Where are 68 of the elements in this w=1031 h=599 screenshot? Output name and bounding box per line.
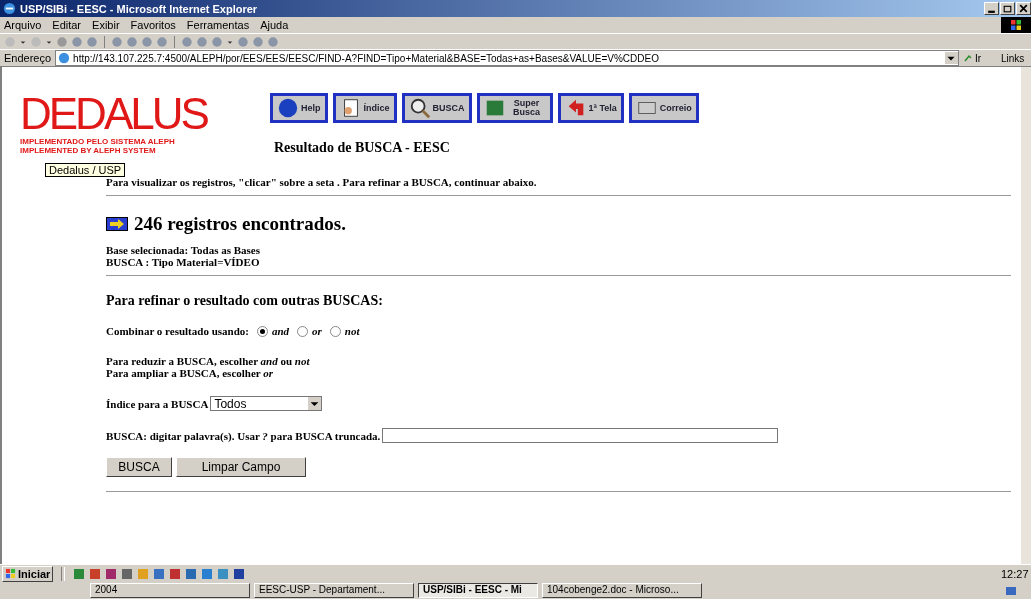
taskbar-button[interactable]: 2004 bbox=[90, 583, 250, 598]
close-button[interactable] bbox=[1016, 2, 1031, 15]
base-line: Base selecionada: Todas as Bases bbox=[106, 244, 262, 256]
nav-button[interactable]: Help bbox=[270, 93, 328, 123]
go-button[interactable]: Ir bbox=[963, 52, 997, 64]
scrollbar[interactable] bbox=[1021, 67, 1031, 564]
menu-item[interactable]: Arquivo bbox=[4, 19, 42, 31]
radio-label: not bbox=[344, 325, 360, 337]
index-label: Índice para a BUSCA bbox=[106, 397, 209, 410]
address-field[interactable]: http://143.107.225.7:4500/ALEPH/por/EES/EES/EESC/FIND-A?FIND=Tipo+Material&BASE=Todas+as+Bases&VALUE=V%CDDEO bbox=[55, 50, 959, 66]
app-icon[interactable] bbox=[73, 567, 86, 580]
query-line: BUSCA : Tipo Material=VÍDEO bbox=[106, 256, 261, 268]
nav-button[interactable]: 1ª Tela bbox=[557, 93, 624, 123]
page-title: Resultado de BUSCA - EESC bbox=[274, 140, 451, 156]
dropdown-button[interactable] bbox=[945, 52, 958, 64]
window-title: USP/SIBi - EESC - Microsoft Internet Explorer bbox=[20, 2, 258, 15]
index-select[interactable]: Todos bbox=[210, 396, 323, 411]
nav-button[interactable]: Super Busca bbox=[476, 93, 553, 123]
tray-icon bbox=[1005, 584, 1017, 597]
app-icon[interactable] bbox=[169, 567, 182, 580]
app-icon[interactable] bbox=[105, 567, 118, 580]
app-icon[interactable] bbox=[233, 567, 246, 580]
menu-item[interactable]: Ajuda bbox=[260, 19, 289, 31]
menu-item[interactable]: Editar bbox=[52, 19, 82, 31]
address-label: Endereço bbox=[4, 52, 52, 64]
start-button[interactable]: Iniciar bbox=[2, 565, 54, 582]
menu-item[interactable]: Exibir bbox=[92, 19, 120, 31]
minimize-icon bbox=[988, 10, 995, 13]
app-icon[interactable] bbox=[89, 567, 102, 580]
radio-label: and bbox=[271, 325, 290, 337]
links-button[interactable]: Links bbox=[1001, 52, 1031, 64]
taskbar-button[interactable]: EESC-USP - Departament... bbox=[254, 583, 414, 598]
result-count: 246 registros encontrados. bbox=[134, 213, 346, 235]
restore-icon bbox=[1001, 3, 1014, 14]
hint-text: Para ampliar a BUSCA, escolher or bbox=[106, 367, 275, 379]
clock: 12:27 bbox=[1001, 567, 1030, 580]
nav-button[interactable]: Correio bbox=[628, 93, 699, 123]
search-label: BUSCA: digitar palavra(s). Usar ? para BUSCA truncada. bbox=[106, 429, 381, 442]
search-field[interactable] bbox=[382, 428, 779, 443]
page-icon bbox=[58, 52, 71, 64]
nav-button[interactable]: BUSCA bbox=[401, 93, 472, 123]
refine-heading: Para refinar o resultado com outras BUSCAS: bbox=[106, 293, 384, 309]
restore-button[interactable] bbox=[1000, 2, 1015, 15]
menu-item[interactable]: Ferramentas bbox=[186, 19, 250, 31]
app-icon[interactable] bbox=[185, 567, 198, 580]
nav-button[interactable]: Índice bbox=[332, 93, 397, 123]
logo-tagline: IMPLEMENTED BY ALEPH SYSTEM bbox=[20, 146, 156, 155]
combine-label: Combinar o resultado usando: bbox=[106, 325, 249, 337]
taskbar-button[interactable]: 104cobenge2.doc - Microso... bbox=[542, 583, 702, 598]
instructions: Para visualizar os registros, "clicar" sobre a seta . Para refinar a BUSCA, continuar abaixo. bbox=[106, 176, 538, 188]
logo-tagline: IMPLEMENTADO PELO SISTEMA ALEPH bbox=[20, 137, 175, 146]
app-icon[interactable] bbox=[201, 567, 214, 580]
close-icon bbox=[1017, 3, 1030, 14]
hint-text: Para reduzir a BUSCA, escolher and ou not bbox=[106, 355, 311, 367]
radio-label: or bbox=[312, 325, 322, 337]
go-icon bbox=[963, 53, 973, 63]
magnifier-icon bbox=[408, 97, 431, 119]
windows-logo-icon bbox=[5, 568, 16, 579]
logo: DEDALUS bbox=[20, 91, 207, 137]
app-icon[interactable] bbox=[153, 567, 166, 580]
form-button[interactable]: BUSCA bbox=[106, 457, 172, 477]
form-button[interactable]: Limpar Campo bbox=[176, 457, 306, 477]
windows-logo-icon bbox=[1001, 17, 1031, 33]
app-icon[interactable] bbox=[121, 567, 134, 580]
minimize-button[interactable] bbox=[984, 2, 999, 15]
tooltip: Dedalus / USP bbox=[45, 163, 126, 177]
taskbar-button[interactable]: USP/SIBi - EESC - Mi bbox=[418, 583, 538, 598]
menu-item[interactable]: Favoritos bbox=[130, 19, 176, 31]
